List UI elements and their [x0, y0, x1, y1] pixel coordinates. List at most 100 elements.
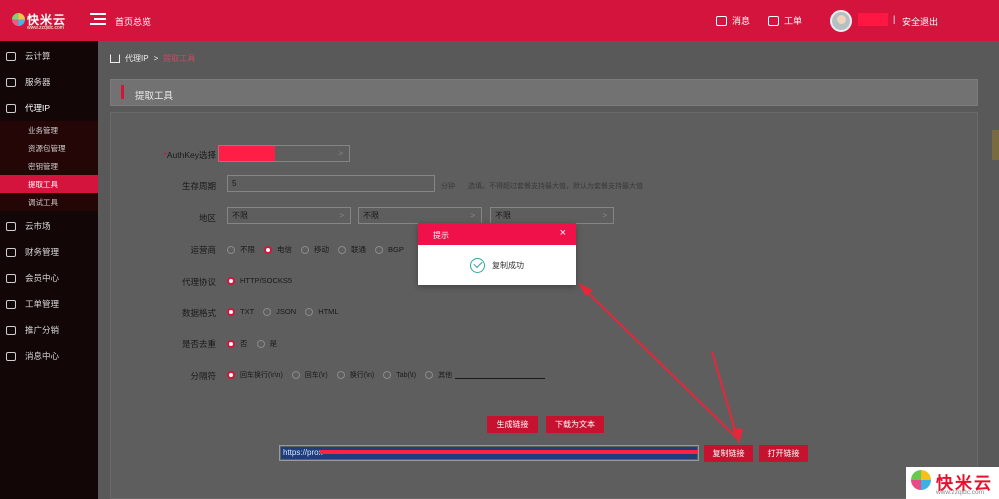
sidebar-item-label: 服务器: [25, 77, 51, 87]
section-title: 提取工具: [135, 91, 174, 102]
radio-icon: [338, 245, 346, 254]
server-icon: [6, 77, 16, 87]
delimiter-option[interactable]: 换行(\n): [336, 370, 375, 380]
username-redacted[interactable]: [858, 13, 888, 26]
section-header: 提取工具: [110, 79, 978, 106]
format-option[interactable]: JSON: [263, 307, 296, 316]
dedupe-option-label: 否: [240, 339, 248, 348]
delimiter-option[interactable]: 回车换行(\r\n): [227, 370, 283, 380]
radio-icon: [336, 371, 345, 379]
dialog-title: 提示: [433, 231, 449, 240]
sidebar-item-label: 云市场: [25, 221, 51, 231]
sidebar-item-finance[interactable]: 财务管理: [0, 239, 98, 265]
sidebar-item-label: 会员中心: [25, 273, 60, 283]
download-text-button[interactable]: 下载为文本: [546, 416, 604, 433]
protocol-option[interactable]: HTTP/SOCKS5: [227, 276, 292, 285]
radio-icon: [291, 371, 300, 379]
breadcrumb-root[interactable]: 代理IP: [125, 53, 149, 64]
menu-toggle-icon[interactable]: [90, 13, 106, 26]
delimiter-other-input[interactable]: [455, 377, 546, 379]
authkey-value-redacted: [219, 146, 275, 161]
delimiter-option[interactable]: 其他: [425, 370, 546, 380]
avatar[interactable]: [830, 10, 852, 32]
region-select-district[interactable]: 不限 >: [490, 207, 614, 224]
sidebar-item-label: 代理IP: [25, 103, 51, 113]
protocol-radio-group: HTTP/SOCKS5: [227, 276, 301, 285]
delimiter-option[interactable]: 回车(\r): [291, 370, 328, 380]
sidebar-item-cloud-market[interactable]: 云市场: [0, 213, 98, 239]
delimiter-option[interactable]: Tab(\t): [383, 371, 416, 379]
format-option-label: TXT: [240, 307, 255, 316]
dedupe-option[interactable]: 是: [256, 338, 278, 349]
authkey-label: *AuthKey选择: [116, 149, 216, 161]
isp-option[interactable]: 移动: [301, 244, 329, 255]
watermark: 快米云 www.zzqidc.com: [906, 467, 999, 499]
dialog-message: 复制成功: [492, 260, 524, 270]
dedupe-label: 是否去重: [181, 339, 216, 349]
logo[interactable]: 快米云 www.zzqidc.com: [12, 10, 72, 31]
tickets-button[interactable]: 工单: [768, 14, 802, 27]
chevron-right-icon: >: [602, 211, 607, 220]
region-select-city[interactable]: 不限 >: [358, 207, 482, 224]
dedupe-radio-group: 否 是: [227, 338, 286, 349]
region-select-province[interactable]: 不限 >: [227, 207, 351, 224]
section-accent-bar: [121, 85, 124, 99]
authkey-select[interactable]: >: [218, 145, 350, 162]
home-icon[interactable]: [110, 54, 120, 63]
sidebar-item-promotion[interactable]: 推广分销: [0, 317, 98, 343]
isp-option[interactable]: 不限: [227, 244, 255, 255]
dialog-body: 复制成功: [418, 245, 576, 285]
sidebar-subitem-resource-packs[interactable]: 资源包管理: [0, 139, 98, 157]
isp-option[interactable]: 联通: [338, 244, 366, 255]
sidebar-item-label: 云计算: [25, 51, 51, 61]
sidebar-subitem-business[interactable]: 业务管理: [0, 121, 98, 139]
form-panel: [110, 112, 978, 499]
sidebar: 云计算 服务器 代理IP 业务管理 资源包管理 密钥管理 提取工具 调试工具 云…: [0, 41, 98, 499]
separator: |: [893, 14, 896, 24]
lifetime-label: 生存周期: [181, 181, 216, 191]
sidebar-item-member-center[interactable]: 会员中心: [0, 265, 98, 291]
dedupe-option-label: 是: [269, 339, 278, 348]
radio-checked-icon: [264, 245, 272, 254]
dedupe-option[interactable]: 否: [227, 338, 248, 349]
lifetime-hint: 选填。不得超过套餐支持最大值，默认为套餐支持最大值: [468, 183, 643, 190]
sidebar-item-tickets[interactable]: 工单管理: [0, 291, 98, 317]
home-overview-link[interactable]: 首页总览: [115, 15, 151, 28]
sidebar-subitem-extract-tool[interactable]: 提取工具: [0, 175, 98, 193]
chevron-right-icon: >: [338, 149, 343, 158]
isp-option-label: 移动: [314, 245, 329, 254]
isp-option[interactable]: 电信: [264, 244, 292, 255]
generate-link-button[interactable]: 生成链接: [487, 416, 538, 433]
sidebar-item-cloud-computing[interactable]: 云计算: [0, 43, 98, 69]
region-select-value: 不限: [495, 211, 511, 220]
logout-link[interactable]: 安全退出: [902, 15, 938, 28]
radio-checked-icon: [227, 307, 235, 316]
sidebar-subitem-debug-tool[interactable]: 调试工具: [0, 193, 98, 211]
open-link-button[interactable]: 打开链接: [759, 445, 808, 462]
format-option[interactable]: TXT: [227, 307, 254, 316]
delimiter-option-label: 换行(\n): [349, 372, 375, 379]
isp-option[interactable]: BGP: [375, 245, 404, 254]
delimiter-option-label: 回车换行(\r\n): [240, 372, 283, 379]
messages-button[interactable]: 消息: [716, 14, 750, 27]
generated-url-field[interactable]: https://prox: [279, 445, 699, 461]
scrollbar-thumb[interactable]: [992, 130, 999, 160]
isp-radio-group: 不限 电信 移动 联通 BGP: [227, 244, 413, 255]
sidebar-item-proxy-ip[interactable]: 代理IP: [0, 95, 98, 121]
sidebar-item-label: 消息中心: [25, 351, 60, 361]
sidebar-item-message-center[interactable]: 消息中心: [0, 343, 98, 369]
watermark-domain: www.zzqidc.com: [936, 489, 985, 496]
format-option[interactable]: HTML: [305, 307, 339, 316]
breadcrumb-current: 提取工具: [163, 54, 196, 63]
message-icon: [716, 15, 727, 26]
lifetime-input[interactable]: 5: [227, 175, 435, 192]
copy-link-button[interactable]: 复制链接: [704, 445, 753, 462]
close-icon[interactable]: ×: [560, 228, 566, 239]
sidebar-subitem-keys[interactable]: 密钥管理: [0, 157, 98, 175]
cloud-icon: [6, 51, 16, 61]
protocol-label: 代理协议: [181, 277, 216, 287]
radio-icon: [425, 371, 434, 379]
delimiter-radio-group: 回车换行(\r\n) 回车(\r) 换行(\n) Tab(\t) 其他: [227, 370, 554, 380]
breadcrumb: 代理IP > 提取工具: [110, 53, 195, 64]
sidebar-item-servers[interactable]: 服务器: [0, 69, 98, 95]
